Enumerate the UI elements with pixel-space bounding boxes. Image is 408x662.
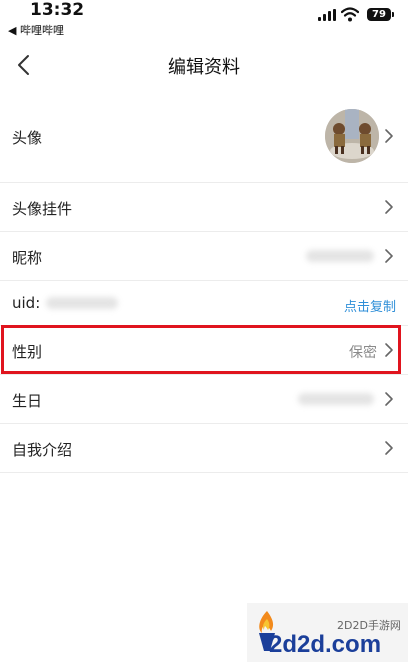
uid-value-blurred — [46, 297, 118, 309]
avatar[interactable] — [325, 109, 379, 163]
wifi-icon — [341, 7, 359, 22]
birthday-label: 生日 — [12, 392, 43, 410]
back-to-app-link[interactable]: ◀ 哔哩哔哩 — [8, 22, 64, 38]
chevron-right-icon — [385, 392, 393, 406]
cellular-signal-icon — [318, 9, 338, 21]
avatar-label: 头像 — [12, 129, 43, 147]
page-title: 编辑资料 — [168, 57, 240, 78]
chevron-right-icon — [385, 249, 393, 263]
avatar-pendant-row[interactable]: 头像挂件 — [0, 183, 408, 232]
uid-label: uid: — [12, 294, 41, 312]
highlight-box — [1, 325, 401, 374]
watermark-domain: 2d2d.com — [269, 631, 382, 658]
chevron-right-icon — [385, 441, 393, 455]
status-bar: 13:32 ◀ 哔哩哔哩 79 — [0, 0, 408, 40]
nickname-row[interactable]: 昵称 — [0, 232, 408, 281]
battery-cap — [392, 12, 394, 17]
battery-icon: 79 — [367, 8, 391, 21]
avatar-pendant-label: 头像挂件 — [12, 200, 73, 218]
self-intro-row[interactable]: 自我介绍 — [0, 424, 408, 473]
birthday-row[interactable]: 生日 — [0, 375, 408, 424]
birthday-value-blurred — [298, 393, 374, 405]
chevron-right-icon — [385, 200, 393, 214]
chevron-right-icon — [385, 129, 393, 143]
status-time: 13:32 — [30, 0, 85, 20]
avatar-image — [325, 109, 379, 163]
site-watermark: 2D2D手游网 2d2d.com — [247, 603, 408, 662]
nickname-label: 昵称 — [12, 249, 43, 267]
copy-uid-button[interactable]: 点击复制 — [344, 296, 396, 315]
self-intro-label: 自我介绍 — [12, 441, 73, 459]
nickname-value-blurred — [306, 250, 374, 262]
uid-row: uid: 点击复制 — [0, 281, 408, 326]
navigation-bar: 编辑资料 — [0, 40, 408, 90]
